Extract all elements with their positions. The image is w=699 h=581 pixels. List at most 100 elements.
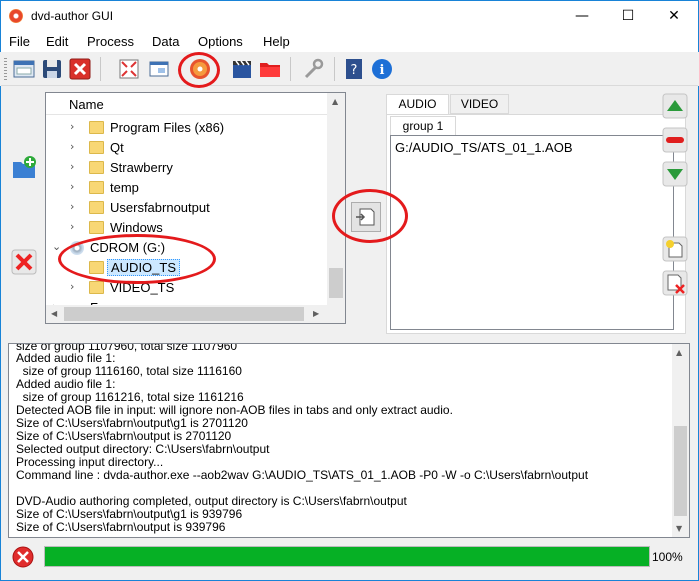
chevron-right-icon[interactable]: › [70, 140, 74, 153]
folder-icon [89, 141, 104, 154]
tree-item-label: Windows [110, 220, 163, 235]
open-project-icon[interactable] [12, 57, 36, 81]
save-icon[interactable] [40, 57, 64, 81]
scroll-down-icon[interactable]: ▼ [676, 524, 682, 533]
minimize-button[interactable]: — [559, 1, 605, 31]
scrollbar-thumb[interactable] [674, 426, 687, 516]
remove-icon[interactable] [11, 249, 37, 275]
chevron-right-icon[interactable]: › [70, 180, 74, 193]
tree-item-label: Qt [110, 140, 124, 155]
log-scrollbar[interactable]: ▲ ▼ [672, 344, 689, 537]
window-frame [0, 86, 1, 581]
tree-item-strawberry[interactable]: › Strawberry [46, 158, 327, 178]
tree-item-temp[interactable]: › temp [46, 178, 327, 198]
log-line: Processing input directory... [16, 455, 164, 469]
scroll-up-icon[interactable]: ▲ [332, 97, 338, 106]
toolbar-separator [334, 57, 335, 81]
chevron-right-icon[interactable]: › [70, 160, 74, 173]
info-icon[interactable]: i [370, 57, 394, 81]
progress-label: 100% [652, 550, 683, 564]
tree-item-label: temp [110, 180, 139, 195]
menu-data[interactable]: Data [152, 34, 179, 49]
scroll-up-icon[interactable]: ▲ [676, 348, 682, 357]
tree-item-qt[interactable]: › Qt [46, 138, 327, 158]
log-line: Size of C:\Users\fabrn\output\g1 is 2701… [16, 416, 248, 430]
tree-item-program-files[interactable]: › Program Files (x86) [46, 118, 327, 138]
svg-text:i: i [380, 63, 385, 78]
highlight-circle [58, 234, 216, 284]
tree-item-windows[interactable]: › Windows [46, 218, 327, 238]
toolbar: ? i [1, 52, 698, 86]
new-group-button[interactable] [662, 236, 688, 262]
tree-header[interactable]: Name [46, 93, 327, 115]
title-bar: dvd-author GUI — ☐ ✕ [0, 0, 699, 31]
tab-audio[interactable]: AUDIO [386, 94, 449, 115]
help-book-icon[interactable]: ? [342, 57, 366, 81]
log-line: Detected AOB file in input: will ignore … [16, 403, 453, 417]
list-item[interactable]: G:/AUDIO_TS/ATS_01_1.AOB [395, 140, 573, 155]
chevron-right-icon[interactable]: › [70, 220, 74, 233]
toolbar-grip [4, 58, 7, 80]
tree-horizontal-scrollbar[interactable]: ◀ ▶ [46, 305, 327, 323]
log-line: Size of C:\Users\fabrn\output is 2701120 [16, 429, 232, 443]
remove-item-button[interactable] [662, 127, 688, 153]
menu-process[interactable]: Process [87, 34, 134, 49]
window-icon[interactable] [147, 57, 171, 81]
menu-bar: File Edit Process Data Options Help [0, 31, 699, 52]
progress-fill [45, 547, 649, 566]
move-down-button[interactable] [662, 161, 688, 187]
folder-icon [89, 181, 104, 194]
tree-header-name: Name [69, 97, 104, 112]
tree-item-label: Usersfabrnoutput [110, 200, 210, 215]
console-output[interactable]: size of group 1107960, total size 110796… [8, 343, 690, 538]
menu-help[interactable]: Help [263, 34, 290, 49]
folder-icon [89, 221, 104, 234]
log-line: Size of C:\Users\fabrn\output is 939796 [16, 520, 226, 534]
menu-file[interactable]: File [9, 34, 30, 49]
menu-options[interactable]: Options [198, 34, 243, 49]
log-line: size of group 1116160, total size 111616… [16, 364, 242, 378]
scrollbar-corner [327, 305, 345, 323]
file-tree[interactable]: Name › Program Files (x86) › Qt › Strawb… [45, 92, 346, 324]
scroll-left-icon[interactable]: ◀ [51, 309, 57, 318]
log-line: Added audio file 1: [16, 351, 116, 365]
tab-video[interactable]: VIDEO [450, 94, 509, 114]
log-line: Size of C:\Users\fabrn\output\g1 is 9397… [16, 507, 243, 521]
tab-group-1[interactable]: group 1 [390, 116, 456, 136]
settings-wrench-icon[interactable] [301, 57, 325, 81]
group-file-list[interactable]: G:/AUDIO_TS/ATS_01_1.AOB [390, 135, 674, 330]
chevron-down-icon[interactable]: ⌄ [52, 240, 61, 253]
chevron-right-icon[interactable]: › [70, 200, 74, 213]
tree-item-usersfabrnoutput[interactable]: › Usersfabrnoutput [46, 198, 327, 218]
folder-icon [89, 161, 104, 174]
scrollbar-thumb[interactable] [329, 268, 343, 298]
move-up-button[interactable] [662, 93, 688, 119]
chevron-right-icon[interactable]: › [70, 280, 74, 293]
close-window-button[interactable]: ✕ [651, 1, 697, 31]
log-line: Command line : dvda-author.exe --aob2wav… [16, 468, 589, 482]
log-line: Selected output directory: C:\Users\fabr… [16, 442, 270, 456]
folder-icon [89, 121, 104, 134]
tree-item-label: Strawberry [110, 160, 173, 175]
video-icon[interactable] [230, 57, 254, 81]
delete-group-button[interactable] [662, 270, 688, 296]
menu-edit[interactable]: Edit [46, 34, 68, 49]
add-folder-icon[interactable] [11, 154, 37, 180]
highlight-circle [332, 189, 408, 243]
folder-icon [89, 201, 104, 214]
toolbar-separator [290, 57, 291, 81]
chevron-right-icon[interactable]: › [70, 120, 74, 133]
close-project-icon[interactable] [68, 57, 92, 81]
log-line: size of group 1161216, total size 116121… [16, 390, 244, 404]
stop-process-icon[interactable] [11, 545, 35, 569]
folder-icon [89, 281, 104, 294]
red-folder-icon[interactable] [258, 57, 282, 81]
scrollbar-thumb[interactable] [64, 307, 304, 321]
fullscreen-icon[interactable] [117, 57, 141, 81]
maximize-button[interactable]: ☐ [605, 1, 651, 31]
svg-text:?: ? [351, 63, 358, 78]
scroll-right-icon[interactable]: ▶ [313, 309, 319, 318]
app-icon [9, 9, 23, 23]
tree-item-label: Program Files (x86) [110, 120, 225, 135]
tree-item-video-ts[interactable]: › VIDEO_TS [46, 278, 327, 298]
